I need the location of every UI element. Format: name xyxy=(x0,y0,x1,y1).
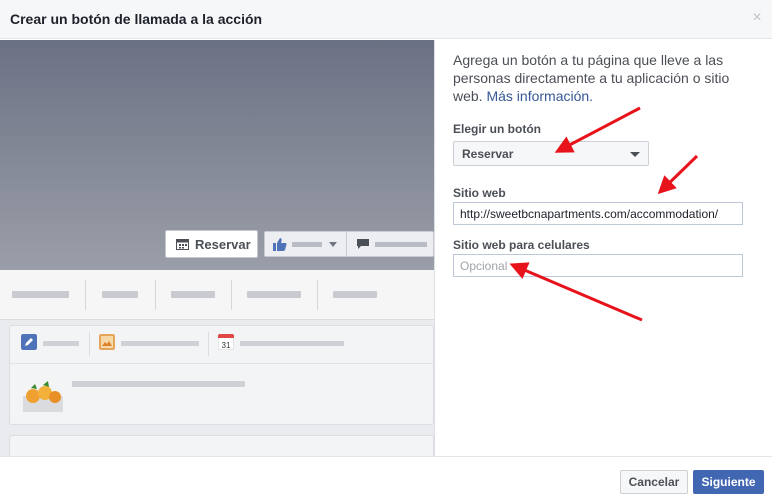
nav-separator xyxy=(317,280,318,310)
thumbs-up-icon xyxy=(273,238,287,251)
chevron-down-icon xyxy=(329,242,337,247)
mobile-website-label: Sitio web para celulares xyxy=(453,238,590,252)
preview-post-card xyxy=(9,435,434,456)
composer-tab-placeholder xyxy=(240,341,344,346)
website-label: Sitio web xyxy=(453,186,506,200)
dialog-title: Crear un botón de llamada a la acción xyxy=(10,11,263,27)
preview-like-button-group xyxy=(264,231,434,257)
cta-settings-form: Agrega un botón a tu página que lleve a … xyxy=(434,40,772,456)
chevron-down-icon xyxy=(630,152,640,157)
message-icon xyxy=(357,239,369,249)
nav-separator xyxy=(85,280,86,310)
preview-cta-label: Reservar xyxy=(195,237,251,252)
cta-dialog: Crear un botón de llamada a la acción × … xyxy=(0,0,772,501)
event-calendar-icon: 31 xyxy=(218,334,234,350)
preview-composer: 31 xyxy=(9,325,434,425)
choose-button-select[interactable]: Reservar xyxy=(453,141,649,166)
calendar-icon xyxy=(176,239,189,250)
photo-icon xyxy=(99,334,115,350)
message-label-placeholder xyxy=(375,242,427,247)
svg-text:31: 31 xyxy=(222,341,231,350)
choose-button-label: Elegir un botón xyxy=(453,122,541,136)
nav-tab-placeholder xyxy=(12,291,69,298)
page-avatar xyxy=(23,381,63,412)
dialog-header: Crear un botón de llamada a la acción × xyxy=(0,0,772,39)
nav-separator xyxy=(155,280,156,310)
cancel-button[interactable]: Cancelar xyxy=(620,470,688,494)
nav-tab-placeholder xyxy=(171,291,215,298)
learn-more-link[interactable]: Más información. xyxy=(486,88,593,104)
composer-tab-placeholder xyxy=(43,341,79,346)
composer-tab-placeholder xyxy=(121,341,199,346)
divider xyxy=(208,332,209,356)
composer-text-placeholder xyxy=(72,381,245,387)
nav-tab-placeholder xyxy=(333,291,377,298)
preview-cta-button: Reservar xyxy=(165,230,258,258)
next-button[interactable]: Siguiente xyxy=(693,470,764,494)
composer-tabs: 31 xyxy=(10,326,434,364)
website-input[interactable] xyxy=(453,202,743,225)
close-icon[interactable]: × xyxy=(750,9,764,27)
nav-tab-placeholder xyxy=(247,291,301,298)
intro-text: Agrega un botón a tu página que lleve a … xyxy=(453,51,753,105)
nav-tab-placeholder xyxy=(102,291,138,298)
divider xyxy=(89,332,90,356)
preview-nav-bar xyxy=(0,270,434,320)
like-label-placeholder xyxy=(292,242,322,247)
mobile-website-input[interactable] xyxy=(453,254,743,277)
page-preview: Reservar 31 xyxy=(0,40,434,456)
nav-separator xyxy=(231,280,232,310)
divider xyxy=(346,232,347,256)
pencil-icon xyxy=(21,334,37,350)
dialog-footer: Cancelar Siguiente xyxy=(0,456,772,501)
choose-button-value: Reservar xyxy=(462,147,514,161)
